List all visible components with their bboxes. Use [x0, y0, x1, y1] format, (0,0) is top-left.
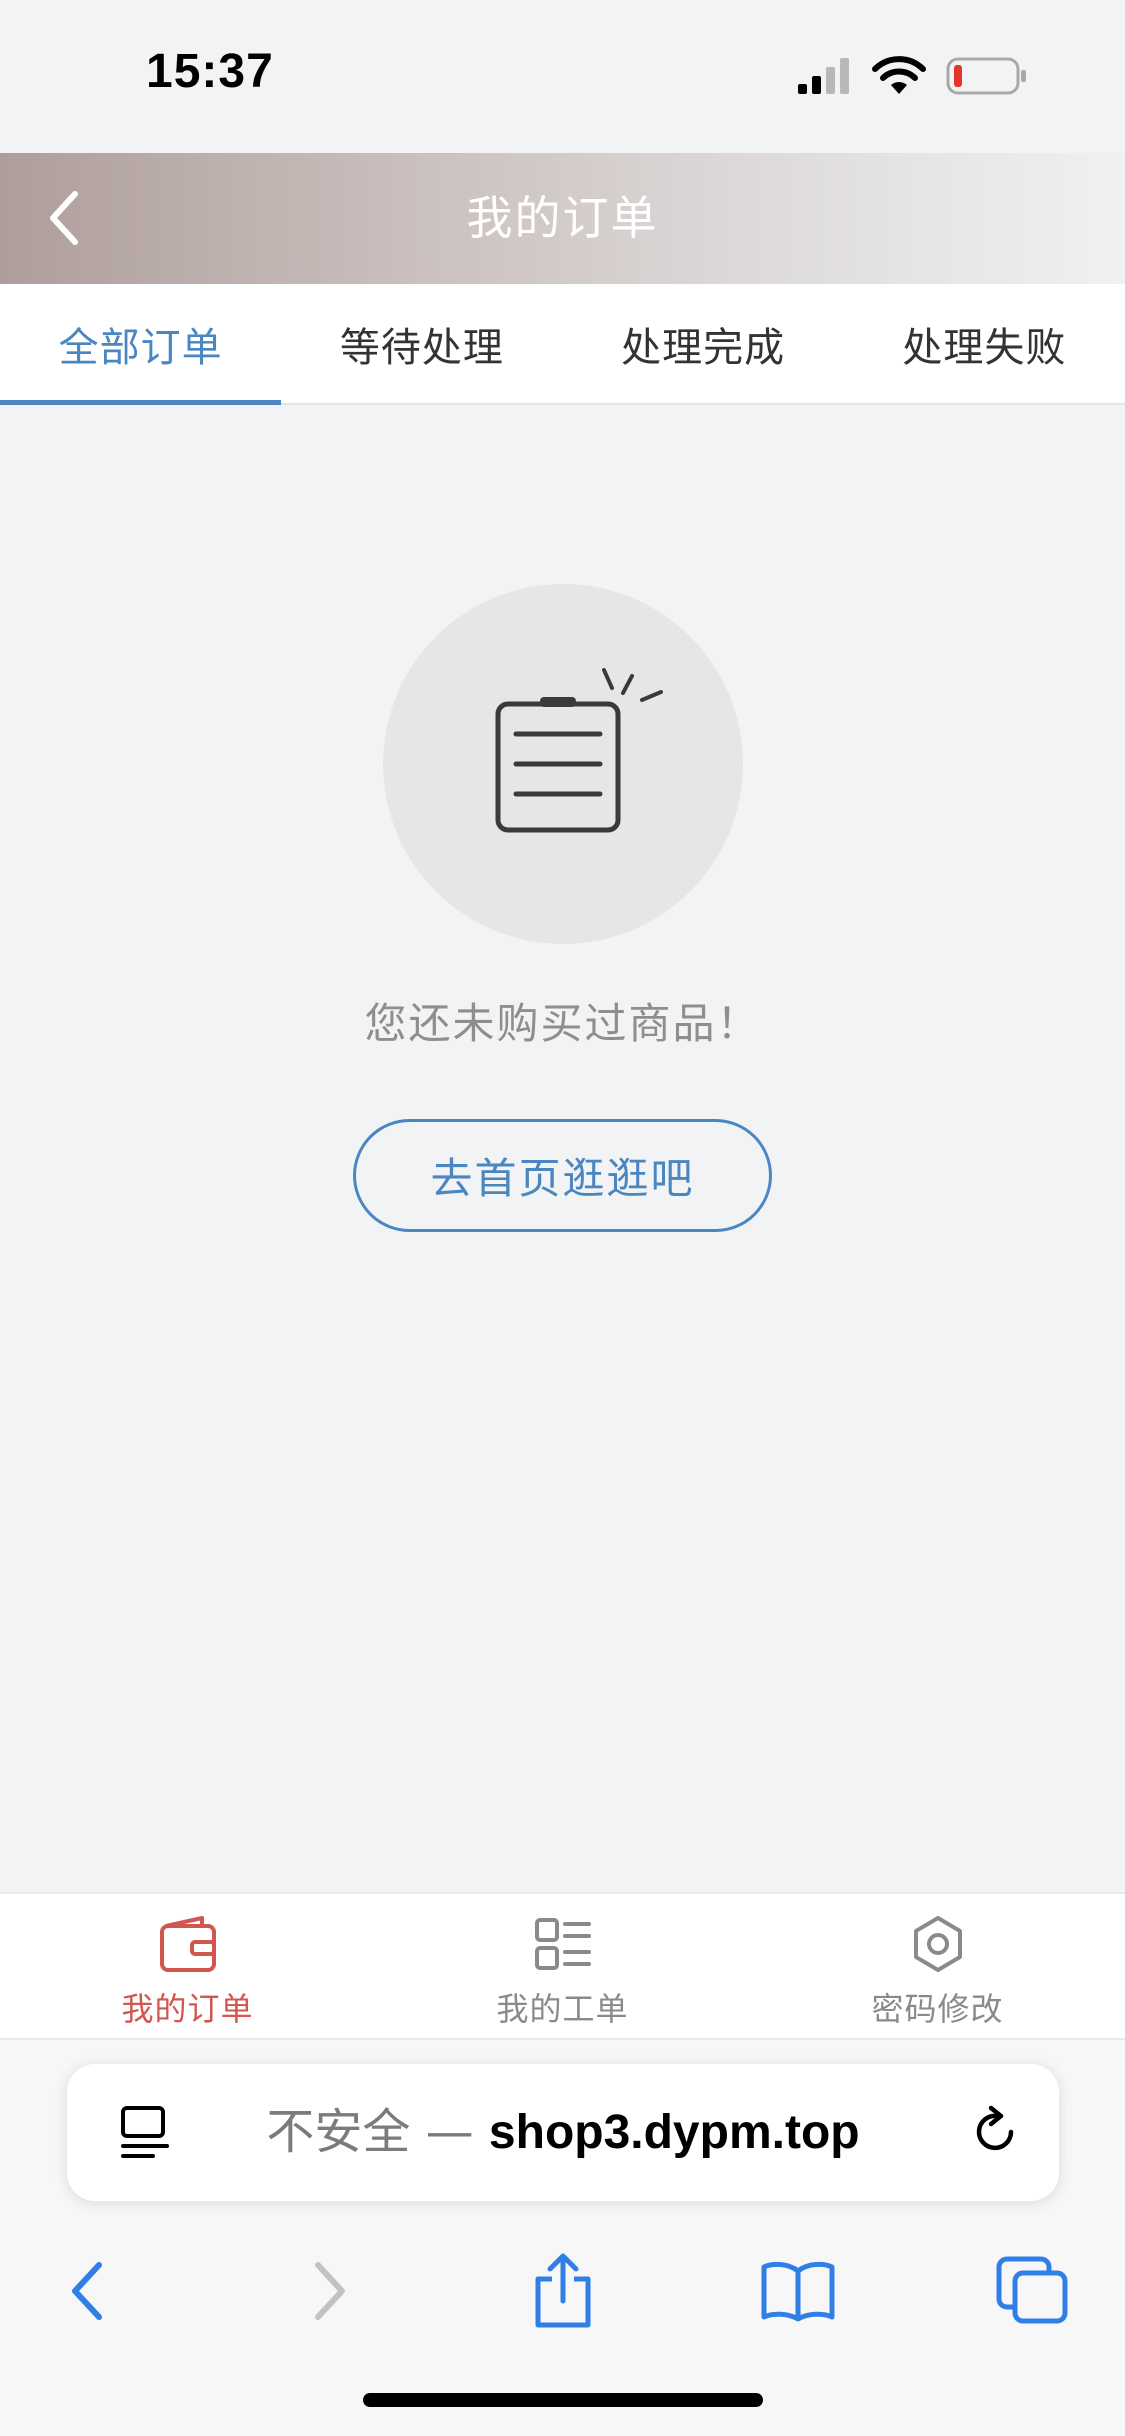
cellular-signal-icon: [798, 58, 849, 94]
tab-failed[interactable]: 处理失败: [844, 284, 1125, 403]
wallet-icon: [159, 1916, 216, 1972]
clipboard-list-icon: [495, 668, 663, 833]
grid-list-icon: [534, 1918, 591, 1970]
nav-item-change-password[interactable]: 密码修改: [750, 1894, 1125, 2038]
empty-state-illustration: [383, 584, 743, 944]
tab-all-orders[interactable]: 全部订单: [0, 284, 282, 405]
empty-state-message: 您还未购买过商品！: [364, 999, 761, 1048]
security-warning: 不安全 —: [266, 2104, 489, 2160]
nav-label: 我的订单: [121, 1990, 254, 2028]
url-host: shop3.dypm.top: [488, 2106, 860, 2159]
nav-item-my-orders[interactable]: 我的订单: [0, 1894, 375, 2038]
browser-chrome: 不安全 — shop3.dypm.top: [0, 2040, 1125, 2436]
order-status-tabs: 全部订单 等待处理 处理完成 处理失败: [0, 284, 1125, 405]
bookmarks-button[interactable]: [743, 2236, 853, 2346]
page-title: 我的订单: [466, 191, 659, 245]
chevron-left-icon: [72, 2262, 102, 2320]
address-bar[interactable]: 不安全 — shop3.dypm.top: [67, 2064, 1059, 2201]
book-icon: [761, 2261, 835, 2322]
share-icon: [535, 2253, 591, 2328]
go-home-button[interactable]: 去首页逛逛吧: [353, 1119, 772, 1232]
tab-completed[interactable]: 处理完成: [563, 284, 844, 403]
page-header: 我的订单: [0, 153, 1125, 284]
wifi-icon: [872, 56, 926, 94]
nav-item-my-tickets[interactable]: 我的工单: [375, 1894, 750, 2038]
address-text: 不安全 — shop3.dypm.top: [67, 2064, 1059, 2201]
share-button[interactable]: [508, 2236, 618, 2346]
bottom-nav: 我的订单 我的工单 密码修改: [0, 1892, 1125, 2040]
nav-label: 密码修改: [871, 1990, 1004, 2028]
status-bar: 15:37: [0, 0, 1125, 153]
home-indicator: [363, 2393, 763, 2407]
gear-icon: [913, 1916, 962, 1972]
tabs-button[interactable]: [978, 2236, 1088, 2346]
safari-toolbar: [0, 2236, 1125, 2346]
nav-label: 我的工单: [496, 1990, 629, 2028]
status-time: 15:37: [146, 45, 274, 98]
tabs-icon: [996, 2256, 1068, 2324]
battery-low-icon: [946, 57, 1026, 95]
chevron-right-icon: [315, 2262, 345, 2320]
browser-forward-button[interactable]: [275, 2236, 385, 2346]
tab-pending[interactable]: 等待处理: [281, 284, 562, 403]
reload-icon[interactable]: [967, 2104, 1023, 2160]
browser-back-button[interactable]: [32, 2236, 142, 2346]
